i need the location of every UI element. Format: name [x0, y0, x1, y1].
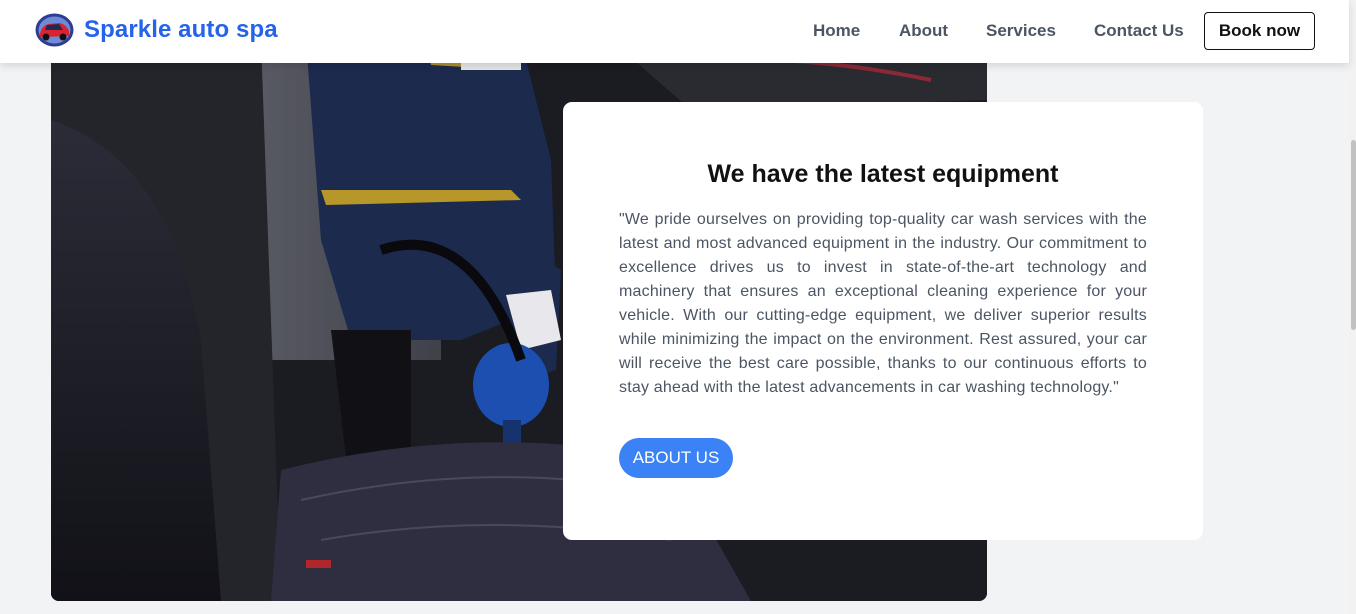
page-scrollbar-thumb[interactable]	[1351, 140, 1356, 330]
nav-contact-link[interactable]: Contact Us	[1094, 21, 1184, 41]
equipment-feature-card: We have the latest equipment "We pride o…	[563, 102, 1203, 540]
top-navbar: Sparkle auto spa Home About Services Con…	[0, 0, 1349, 63]
book-now-button[interactable]: Book now	[1204, 12, 1315, 50]
red-car-logo-icon	[35, 13, 74, 47]
brand-name: Sparkle auto spa	[84, 16, 278, 43]
nav-about-link[interactable]: About	[899, 21, 948, 41]
feature-description: "We pride ourselves on providing top-qua…	[619, 211, 1147, 396]
nav-home-link[interactable]: Home	[813, 21, 860, 41]
about-us-button[interactable]: ABOUT US	[619, 438, 733, 478]
nav-services-link[interactable]: Services	[986, 21, 1056, 41]
brand-link[interactable]: Sparkle auto spa	[35, 13, 278, 47]
feature-title: We have the latest equipment	[707, 160, 1059, 188]
